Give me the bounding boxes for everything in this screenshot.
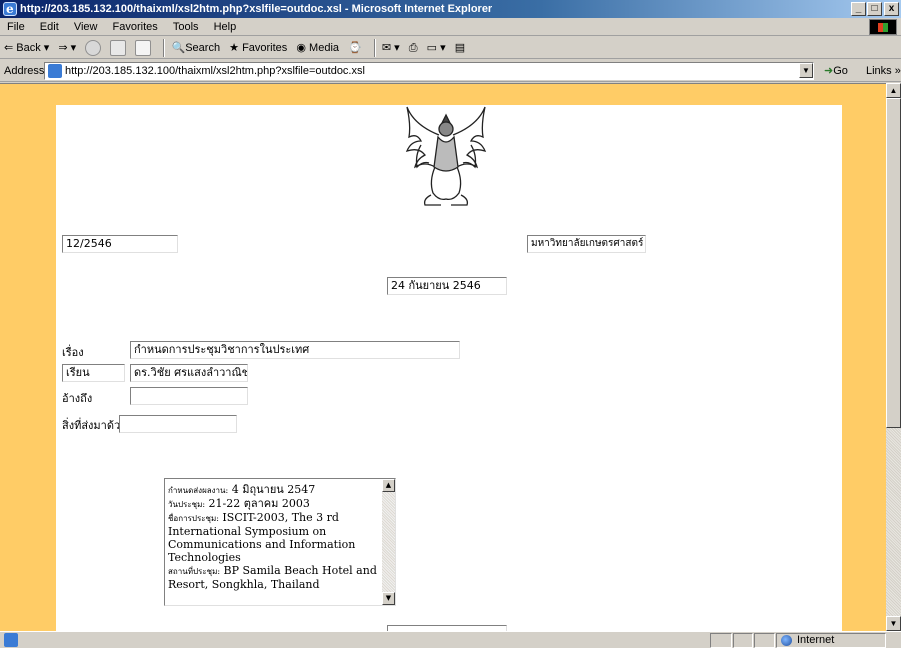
stop-icon[interactable] (85, 40, 102, 57)
menu-view[interactable]: View (69, 18, 103, 36)
media-icon: ◉ (296, 42, 306, 55)
status-cell (733, 633, 753, 648)
conference-name-label: ชื่อการประชุม: (168, 514, 219, 523)
zone-label: Internet (797, 634, 835, 646)
minimize-button[interactable]: _ (851, 2, 866, 16)
search-icon: 🔍 (171, 42, 186, 55)
search-button[interactable]: 🔍Search (172, 37, 221, 59)
menu-favorites[interactable]: Favorites (108, 18, 163, 36)
page-status-icon (4, 633, 18, 647)
forward-arrow-icon: ⇒ (58, 42, 68, 55)
date-field: 24 กันยายน 2546 (387, 277, 507, 295)
garuda-emblem-icon (405, 106, 487, 206)
conference-date-label: วันประชุม: (168, 500, 206, 509)
address-label: Address (4, 65, 45, 77)
conference-details-textarea[interactable]: กำหนดส่งผลงาน: 4 มิถุนายน 2547 วันประชุม… (164, 478, 396, 606)
close-button[interactable]: x (884, 2, 899, 16)
forward-button[interactable]: ⇒ ▾ (58, 37, 76, 59)
attachment-field (119, 415, 237, 433)
favorites-icon: ★ (229, 42, 239, 55)
windows-logo-icon (869, 19, 897, 35)
status-cell (710, 633, 732, 648)
address-input[interactable]: http://203.185.132.100/thaixml/xsl2htm.p… (44, 62, 814, 80)
attachment-label: สิ่งที่ส่งมาด้วย (62, 419, 127, 432)
address-bar: Address http://203.185.132.100/thaixml/x… (0, 60, 901, 82)
deadline-value: 4 มิถุนายน 2547 (228, 483, 316, 496)
deadline-label: กำหนดส่งผลงาน: (168, 486, 229, 495)
toolbar-separator (163, 39, 166, 58)
scrollbar-thumb[interactable] (886, 98, 901, 428)
globe-icon (781, 635, 792, 646)
document-page: 12/2546 มหาวิทยาลัยเกษตรศาสตร์ 24 กันยาย… (56, 105, 842, 631)
reference-field (130, 387, 248, 405)
doc-number-field: 12/2546 (62, 235, 178, 253)
window-title: http://203.185.132.100/thaixml/xsl2htm.p… (20, 3, 493, 15)
menu-bar: File Edit View Favorites Tools Help (0, 18, 901, 36)
menu-edit[interactable]: Edit (35, 18, 64, 36)
vertical-scrollbar[interactable]: ▲ ▼ (886, 83, 901, 631)
textarea-scrollbar[interactable]: ▲ ▼ (382, 479, 395, 605)
toolbar: ⇐ Back ▾ ⇒ ▾ 🔍Search ★ Favorites ◉ Media… (0, 37, 901, 59)
conference-date-value: 21-22 ตุลาคม 2003 (205, 497, 310, 510)
ie-icon (3, 0, 17, 18)
home-icon[interactable] (135, 40, 152, 57)
history-icon[interactable]: ⌚ (348, 37, 362, 59)
scroll-down-icon[interactable]: ▼ (382, 592, 395, 605)
back-button[interactable]: ⇐ Back ▾ (4, 37, 49, 59)
content-viewport: 12/2546 มหาวิทยาลัยเกษตรศาสตร์ 24 กันยาย… (0, 83, 886, 631)
links-button[interactable]: Links » (866, 60, 901, 82)
scroll-up-icon[interactable]: ▲ (382, 479, 395, 492)
venue-label: สถานที่ประชุม: (168, 567, 221, 576)
menu-tools[interactable]: Tools (168, 18, 204, 36)
go-button[interactable]: ➜Go (824, 60, 848, 82)
media-button[interactable]: ◉ Media (296, 37, 339, 59)
reference-label: อ้างถึง (62, 392, 93, 405)
back-arrow-icon: ⇐ (4, 42, 14, 55)
to-label: เรียน (62, 364, 125, 382)
favorites-button[interactable]: ★ Favorites (229, 37, 287, 59)
address-dropdown-icon[interactable]: ▼ (799, 63, 813, 78)
scroll-up-icon[interactable]: ▲ (886, 83, 901, 98)
menu-help[interactable]: Help (209, 18, 242, 36)
title-bar: http://203.185.132.100/thaixml/xsl2htm.p… (0, 0, 901, 18)
organization-field: มหาวิทยาลัยเกษตรศาสตร์ (527, 235, 646, 253)
go-arrow-icon: ➜ (824, 65, 834, 77)
address-url: http://203.185.132.100/thaixml/xsl2htm.p… (65, 65, 365, 77)
discuss-icon[interactable]: ▤ (455, 37, 465, 59)
subject-label: เรื่อง (62, 346, 84, 359)
to-field: ดร.วิชัย ศรแสงลำวาณิช (130, 364, 248, 382)
edit-icon[interactable]: ▭ ▾ (427, 37, 446, 59)
browser-window: http://203.185.132.100/thaixml/xsl2htm.p… (0, 0, 901, 648)
scroll-down-icon[interactable]: ▼ (886, 616, 901, 631)
page-icon (48, 64, 62, 78)
restore-button[interactable]: □ (867, 2, 882, 16)
status-bar: Internet (0, 631, 901, 648)
subject-field: กำหนดการประชุมวิชาการในประเทศ (130, 341, 460, 359)
print-icon[interactable]: ⎙ (409, 37, 418, 59)
menu-file[interactable]: File (2, 18, 30, 36)
refresh-icon[interactable] (110, 40, 127, 57)
status-cell (754, 633, 775, 648)
toolbar-separator (373, 39, 376, 58)
mail-icon[interactable]: ✉ ▾ (382, 37, 400, 59)
security-zone: Internet (776, 633, 886, 648)
